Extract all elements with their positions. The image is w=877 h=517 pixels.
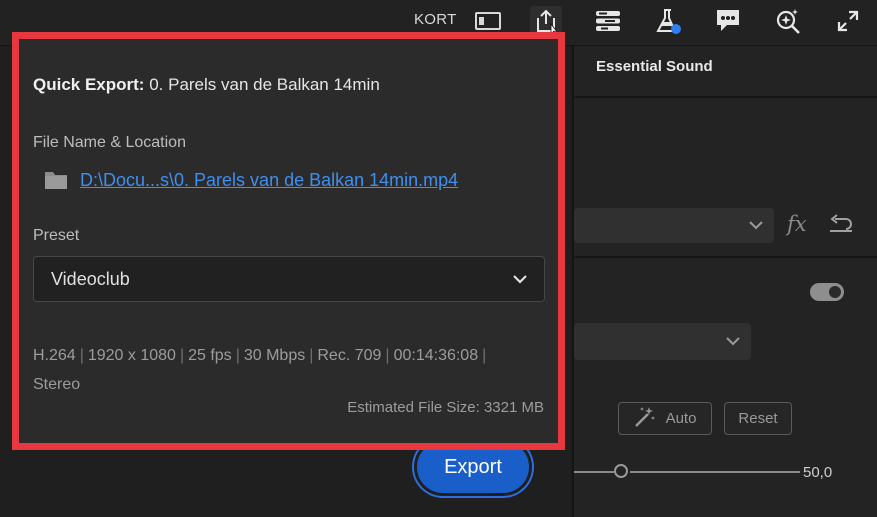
magic-wand-icon: [634, 406, 656, 432]
lines-icon[interactable]: [592, 6, 624, 36]
type-dropdown[interactable]: [574, 323, 751, 360]
sequence-name: 0. Parels van de Balkan 14min: [149, 75, 380, 94]
quick-export-popup: Quick Export: 0. Parels van de Balkan 14…: [12, 32, 565, 450]
undo-icon[interactable]: [828, 214, 854, 239]
folder-icon[interactable]: [44, 170, 68, 195]
auto-label: Auto: [665, 410, 697, 427]
workspace-label-kort[interactable]: KORT: [414, 11, 457, 28]
file-name-location-label: File Name & Location: [33, 134, 186, 151]
toggle-switch[interactable]: [810, 283, 844, 301]
codec: H.264: [33, 347, 76, 364]
fx-icon[interactable]: fx: [787, 212, 807, 236]
preset-dropdown[interactable]: [574, 208, 774, 243]
flask-icon[interactable]: [652, 6, 684, 36]
audio-channels: Stereo: [33, 376, 81, 393]
comment-icon[interactable]: [712, 6, 744, 36]
slider-track-right: [630, 471, 800, 473]
slider-track-left: [574, 471, 614, 473]
essential-sound-panel: Essential Sound fx Auto Reset 50,0: [572, 46, 877, 517]
chevron-down-icon: [512, 272, 528, 290]
panel-title: Essential Sound: [596, 58, 713, 75]
toggle-knob: [829, 286, 841, 298]
slider-handle[interactable]: [614, 464, 628, 478]
quick-export-title: Quick Export: 0. Parels van de Balkan 14…: [33, 75, 380, 95]
panel-divider: [574, 256, 877, 258]
estimated-file-size: Estimated File Size: 3321 MB: [347, 399, 544, 416]
reset-label: Reset: [738, 410, 778, 427]
bitrate: 30 Mbps: [243, 347, 306, 364]
preset-value: Videoclub: [51, 269, 130, 289]
slider-value[interactable]: 50,0: [803, 464, 832, 481]
panel-divider: [574, 96, 877, 98]
preset-label: Preset: [33, 227, 80, 244]
file-path-link[interactable]: D:\Docu...s\0. Parels van de Balkan 14mi…: [80, 170, 458, 191]
export-specs: H.264 | 1920 x 1080 | 25 fps | 30 Mbps | Rec. 70…: [33, 347, 487, 393]
preset-dropdown[interactable]: Videoclub: [33, 256, 545, 302]
expand-icon[interactable]: [832, 6, 864, 36]
export-label: Export: [444, 455, 502, 478]
title-prefix: Quick Export:: [33, 75, 145, 94]
chevron-down-icon: [748, 217, 764, 235]
search-sparkle-icon[interactable]: [772, 6, 804, 36]
frame-rate: 25 fps: [188, 347, 232, 364]
chevron-down-icon: [725, 333, 741, 351]
duration: 00:14:36:08: [393, 347, 479, 364]
auto-button[interactable]: Auto: [618, 402, 712, 435]
resolution: 1920 x 1080: [87, 347, 176, 364]
color-space: Rec. 709: [317, 347, 382, 364]
reset-button[interactable]: Reset: [724, 402, 792, 435]
